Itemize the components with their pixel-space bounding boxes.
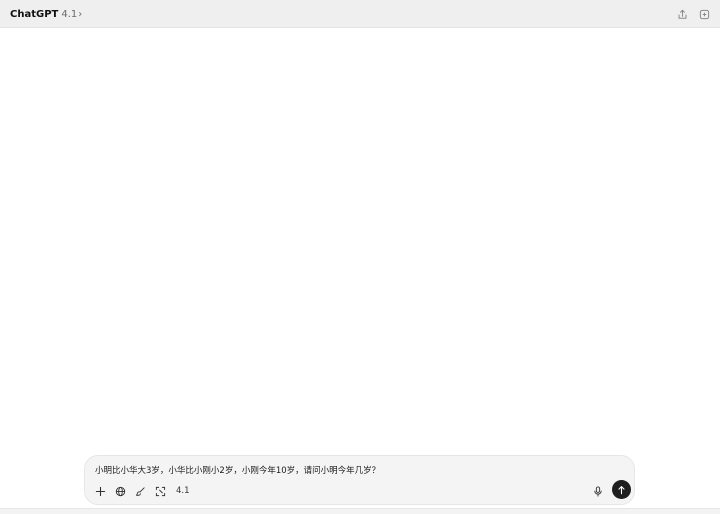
share-icon[interactable] <box>674 6 690 22</box>
model-switcher[interactable]: ChatGPT 4.1 › <box>10 6 82 22</box>
composer-toolbar: 4.1 <box>93 483 190 499</box>
message-composer[interactable]: 小明比小华大3岁，小华比小刚小2岁，小刚今年10岁，请问小明今年几岁？ 4.1 <box>84 455 635 505</box>
chevron-right-icon: › <box>78 8 83 20</box>
model-version: 4.1 <box>61 8 78 20</box>
title-bar: ChatGPT 4.1 › <box>0 0 720 28</box>
screenshot-icon[interactable] <box>153 484 168 499</box>
conversation-area: 小明比小华大3岁，小华比小刚小2岁，小刚今年10岁，请问小明今年几岁？ 4.1 <box>0 28 720 514</box>
plus-icon[interactable] <box>93 484 108 499</box>
globe-icon[interactable] <box>113 484 128 499</box>
microphone-icon[interactable] <box>590 483 606 499</box>
model-selector[interactable]: 4.1 <box>176 486 190 496</box>
paintbrush-icon[interactable] <box>133 484 148 499</box>
app-name: ChatGPT <box>10 8 59 20</box>
send-icon <box>618 485 625 494</box>
window-bottom-edge <box>0 508 720 514</box>
new-chat-icon[interactable] <box>696 6 712 22</box>
chatgpt-window: ChatGPT 4.1 › 小明比小华大3岁，小华比小刚小2岁，小刚今年10岁，… <box>0 0 720 514</box>
prompt-input[interactable]: 小明比小华大3岁，小华比小刚小2岁，小刚今年10岁，请问小明今年几岁？ <box>95 464 380 476</box>
title-actions <box>674 6 712 22</box>
send-button[interactable] <box>612 480 631 499</box>
